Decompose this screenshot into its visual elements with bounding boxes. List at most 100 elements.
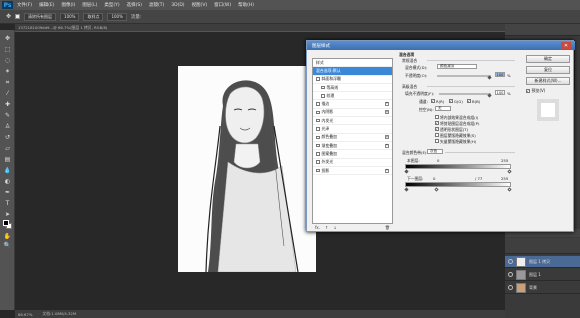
style-item-bevel[interactable]: 斜面和浮雕 [313,76,392,84]
add-icon[interactable]: + [385,143,389,148]
menu-select[interactable]: 选择(S) [127,2,142,8]
menu-image[interactable]: 图像(I) [61,2,75,8]
this-layer-white-thumb[interactable] [507,169,512,174]
layer-row-copy[interactable]: 图层 1 拷贝 [505,256,580,268]
fill-opacity-slider-thumb[interactable] [487,93,492,98]
style-checkbox[interactable] [321,94,325,98]
new-style-button[interactable]: 新建样式(W)... [526,77,570,85]
style-item-drop-shadow[interactable]: 投影 + [313,167,392,176]
blend-interior-checkbox[interactable] [435,115,439,119]
style-item-texture[interactable]: 纹理 [313,92,392,101]
style-checkbox[interactable] [316,135,320,140]
move-up-icon[interactable]: ↑ [325,225,328,230]
zoom-tool-icon[interactable]: 🔍 [3,241,12,250]
vector-mask-hides-checkbox[interactable] [435,139,439,143]
style-checkbox[interactable] [316,143,320,148]
eyedropper-tool-icon[interactable]: ⁄ [3,89,12,98]
channel-b-checkbox[interactable]: ✓ [467,99,471,103]
layer-row-1[interactable]: 图层 1 [505,269,580,281]
style-item-stroke[interactable]: 描边 + [313,100,392,109]
hand-tool-icon[interactable]: ✋ [3,232,12,241]
menu-file[interactable]: 文件(F) [17,2,32,8]
style-checkbox[interactable] [316,127,320,131]
eye-icon[interactable] [508,259,513,264]
menu-3d[interactable]: 3D(D) [171,3,184,8]
sample-label[interactable]: 取样点 [83,12,104,21]
fill-opacity-input[interactable]: 100 [495,90,505,95]
style-item-satin[interactable]: 光泽 [313,125,392,134]
brush-tool-icon[interactable]: ✎ [3,111,12,120]
style-checkbox[interactable] [316,110,320,115]
trash-icon[interactable]: 🗑 [385,225,390,230]
add-icon[interactable]: + [385,168,389,173]
menu-edit[interactable]: 编辑(E) [39,2,54,8]
crop-tool-icon[interactable]: ⌗ [3,78,12,87]
foreground-color-swatch[interactable] [3,220,9,226]
style-checkbox[interactable] [316,77,320,81]
menu-window[interactable]: 窗口(W) [214,2,231,8]
blend-if-select[interactable]: 灰色 [427,149,443,154]
style-item-outer-glow[interactable]: 外发光 [313,159,392,167]
style-checkbox[interactable] [316,160,320,164]
healing-brush-tool-icon[interactable]: ✚ [3,100,12,109]
style-checkbox[interactable] [316,102,320,106]
document-canvas[interactable] [178,66,316,272]
menu-layer[interactable]: 图层(L) [82,2,97,8]
channel-r-checkbox[interactable]: ✓ [431,99,435,103]
add-icon[interactable]: + [385,110,389,115]
eye-icon[interactable] [508,272,513,277]
style-checkbox[interactable] [316,152,320,156]
reset-button[interactable]: 复位 [526,66,570,74]
layer-row-background[interactable]: 背景 [505,282,580,294]
eraser-tool-icon[interactable]: ▱ [3,144,12,153]
clone-stamp-tool-icon[interactable]: ♙ [3,122,12,131]
style-item-gradient-overlay[interactable]: 渐变叠加 + [313,142,392,151]
opacity-input[interactable]: 100 [495,72,505,77]
style-checkbox[interactable] [321,85,325,90]
opacity-slider[interactable] [437,75,491,77]
add-icon[interactable]: + [385,135,389,140]
menu-type[interactable]: 类型(Y) [104,2,119,8]
menu-view[interactable]: 视图(V) [192,2,208,8]
style-checkbox[interactable] [316,118,320,123]
transparency-shapes-checkbox[interactable]: ✓ [435,127,439,131]
close-icon[interactable]: ✕ [561,42,571,49]
channel-g-checkbox[interactable]: ✓ [449,99,453,103]
preview-checkbox[interactable]: ✓ [526,89,530,93]
style-item-inner-glow[interactable]: 内发光 [313,117,392,126]
tool-preset-icon[interactable]: ✥ [6,13,11,20]
underlying-black-thumb[interactable] [404,187,409,192]
blend-clipped-checkbox[interactable]: ✓ [435,121,439,125]
dialog-title-bar[interactable]: 图层样式 [307,41,575,50]
fx-icon[interactable]: fx. [315,225,320,230]
style-checkbox[interactable] [316,168,320,173]
dodge-tool-icon[interactable]: ◐ [3,177,12,186]
opacity-slider-thumb[interactable] [487,75,492,80]
blend-mode-select[interactable]: 颜色减淡 [437,64,477,69]
knockout-select[interactable]: 无 [435,106,451,111]
lasso-tool-icon[interactable]: ◌ [3,56,12,65]
style-item-styles[interactable]: 样式 [313,59,392,68]
this-layer-black-thumb[interactable] [404,169,409,174]
history-brush-tool-icon[interactable]: ↺ [3,133,12,142]
blur-tool-icon[interactable]: 💧 [3,166,12,175]
menu-help[interactable]: 帮助(H) [238,2,254,8]
zoom-level[interactable]: 66.67% [18,312,32,317]
sample-select[interactable]: 清除所有图层 [24,12,57,21]
style-item-color-overlay[interactable]: 颜色叠加 + [313,134,392,142]
ok-button[interactable]: 确定 [526,55,570,63]
pen-tool-icon[interactable]: ✒ [3,188,12,197]
underlying-split-thumb[interactable] [434,187,439,192]
eye-icon[interactable] [508,285,513,290]
add-icon[interactable]: + [385,102,389,107]
menu-filter[interactable]: 滤镜(T) [149,2,164,8]
style-item-blending-options[interactable]: 混合选项:默认 [313,67,392,76]
opacity-field[interactable]: 100% [60,12,80,21]
underlying-layer-gradient[interactable] [405,182,511,187]
gradient-tool-icon[interactable]: ▤ [3,155,12,164]
this-layer-gradient[interactable] [405,164,511,169]
style-item-inner-shadow[interactable]: 内阴影 + [313,109,392,118]
auto-select-checkbox[interactable] [15,14,21,19]
fill-opacity-slider[interactable] [439,93,491,95]
style-item-contour[interactable]: 等高线 [313,84,392,93]
